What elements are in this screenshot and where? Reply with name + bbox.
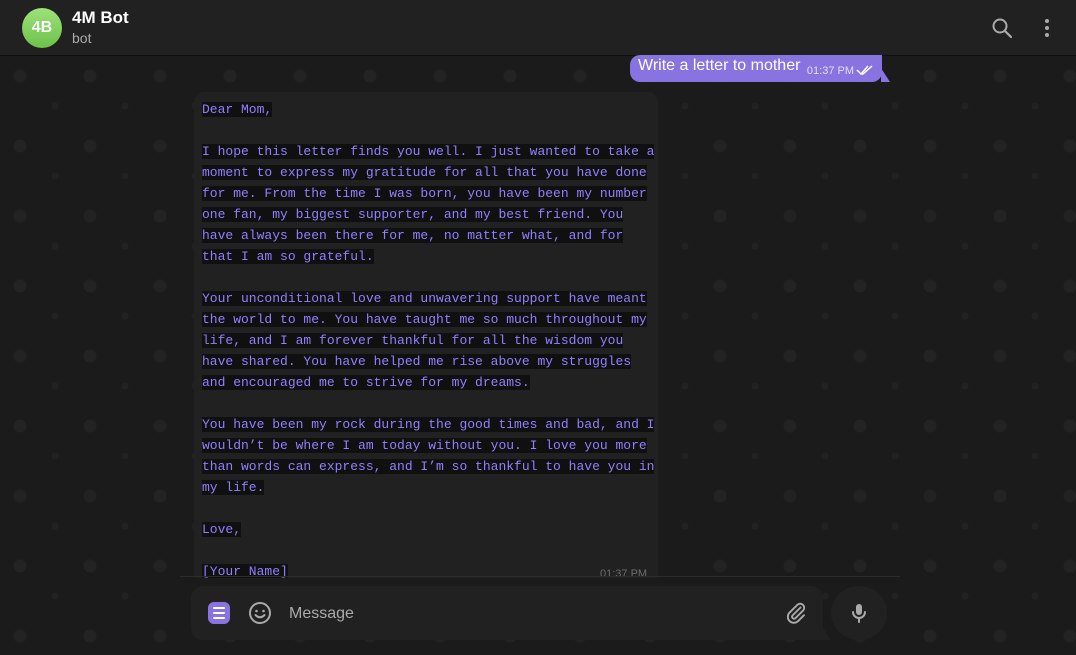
letter-line: than words can express, and I’m so thank…: [202, 459, 655, 474]
search-icon[interactable]: [990, 16, 1014, 40]
letter-line: one fan, my biggest supporter, and my be…: [202, 207, 624, 222]
letter-line: [202, 393, 658, 414]
letter-line: wouldn’t be where I am today without you…: [202, 438, 647, 453]
letter-line: my life.: [202, 480, 265, 495]
chat-header: 4B 4M Bot bot: [0, 0, 1076, 56]
letter-line: and encouraged me to strive for my dream…: [202, 375, 530, 390]
bot-menu-icon[interactable]: [208, 602, 230, 624]
letter-line: Your unconditional love and unwavering s…: [202, 291, 647, 306]
avatar-initials: 4B: [31, 19, 53, 36]
outgoing-message-time: 01:37 PM: [806, 65, 854, 77]
outgoing-message[interactable]: Write a letter to mother 01:37 PM: [630, 55, 890, 82]
letter-line: I hope this letter finds you well. I jus…: [202, 144, 655, 159]
letter-line: Love,: [202, 522, 242, 537]
outgoing-message-text: Write a letter to mother: [638, 57, 801, 74]
message-input[interactable]: [287, 598, 771, 630]
incoming-message[interactable]: Dear Mom, I hope this letter finds you we…: [194, 92, 658, 578]
chat-subtitle: bot: [72, 30, 92, 46]
emoji-icon[interactable]: [248, 601, 272, 625]
letter-line: [202, 267, 658, 288]
incoming-message-time: 01:37 PM: [600, 568, 648, 580]
more-vertical-icon[interactable]: [1035, 16, 1059, 40]
letter-line: that I am so grateful.: [202, 249, 374, 264]
letter-line: the world to me. You have taught me so m…: [202, 312, 647, 327]
microphone-icon[interactable]: [831, 586, 887, 640]
letter-line: [202, 120, 658, 141]
letter-line: Dear Mom,: [202, 102, 273, 117]
letter-line: [202, 540, 658, 561]
message-composer: [191, 586, 831, 640]
letter-line: moment to express my gratitude for all t…: [202, 165, 647, 180]
letter-line: life, and I am forever thankful for all …: [202, 333, 624, 348]
chat-title[interactable]: 4M Bot: [72, 8, 129, 28]
divider: [180, 576, 900, 577]
letter-code-block: Dear Mom, I hope this letter finds you we…: [202, 99, 658, 578]
letter-line: for me. From the time I was born, you ha…: [202, 186, 647, 201]
double-check-icon: [856, 65, 873, 76]
letter-line: have always been there for me, no matter…: [202, 228, 624, 243]
letter-line: [202, 498, 658, 519]
paperclip-icon[interactable]: [784, 601, 808, 625]
letter-line: have shared. You have helped me rise abo…: [202, 354, 632, 369]
avatar[interactable]: 4B: [22, 8, 62, 48]
letter-line: You have been my rock during the good ti…: [202, 417, 655, 432]
